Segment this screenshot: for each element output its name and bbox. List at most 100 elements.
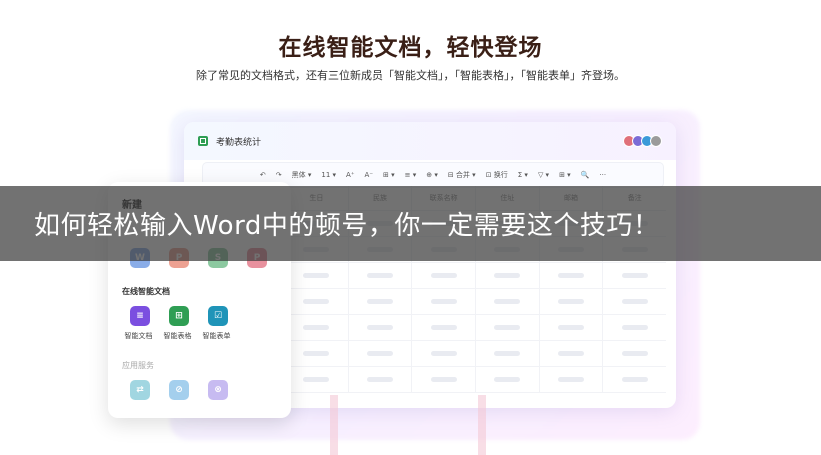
table-cell[interactable] xyxy=(538,315,603,340)
toolbar-item[interactable]: ↶ xyxy=(260,171,266,179)
table-cell[interactable] xyxy=(475,341,539,366)
table-cell[interactable] xyxy=(602,341,666,366)
toolbar-item[interactable]: ▽ ▾ xyxy=(538,171,549,179)
table-cell[interactable] xyxy=(538,341,603,366)
table-cell[interactable] xyxy=(602,263,666,288)
toolbar-item[interactable]: Σ ▾ xyxy=(518,171,528,179)
placeholder-bar xyxy=(367,273,393,278)
placeholder-bar xyxy=(558,299,585,304)
smart-doc-icon[interactable]: ≡ xyxy=(130,306,150,326)
table-cell[interactable] xyxy=(347,263,412,288)
collaborator-avatar[interactable] xyxy=(650,135,662,147)
table-cell[interactable] xyxy=(475,263,539,288)
table-cell[interactable] xyxy=(602,289,666,314)
placeholder-bar xyxy=(430,273,457,278)
table-row xyxy=(284,289,666,315)
table-cell[interactable] xyxy=(602,315,666,340)
table-cell[interactable] xyxy=(411,367,475,392)
table-cell[interactable] xyxy=(347,289,412,314)
smart-app-labels: 智能文档 智能表格 智能表单 xyxy=(122,331,233,341)
toolbar-item[interactable]: ⊞ ▾ xyxy=(559,171,571,179)
placeholder-bar xyxy=(367,377,393,382)
placeholder-bar xyxy=(558,273,585,278)
placeholder-bar xyxy=(621,377,648,382)
hero-subtitle: 除了常见的文档格式，还有三位新成员「智能文档」，「智能表格」，「智能表单」齐登场… xyxy=(196,69,625,82)
table-cell[interactable] xyxy=(602,367,666,392)
service-link-icon[interactable]: ⊘ xyxy=(169,380,189,400)
section-online-label: 在线智能文档 xyxy=(122,287,170,296)
placeholder-bar xyxy=(558,325,585,330)
table-cell[interactable] xyxy=(411,263,475,288)
placeholder-bar xyxy=(558,377,585,382)
placeholder-bar xyxy=(367,351,393,356)
toolbar-item[interactable]: 🔍 xyxy=(581,171,590,179)
section-services-label: 应用服务 xyxy=(122,361,154,370)
toolbar-item[interactable]: ⊕ ▾ xyxy=(426,171,438,179)
service-apps-row: ⇄ ⊘ ⊗ xyxy=(130,380,228,400)
placeholder-bar xyxy=(494,377,521,382)
placeholder-bar xyxy=(494,273,521,278)
table-row xyxy=(284,341,666,367)
table-cell[interactable] xyxy=(284,289,348,314)
placeholder-bar xyxy=(494,351,521,356)
table-cell[interactable] xyxy=(411,289,475,314)
table-cell[interactable] xyxy=(475,289,539,314)
placeholder-bar xyxy=(303,273,330,278)
toolbar-item[interactable]: 11 ▾ xyxy=(321,171,336,179)
placeholder-bar xyxy=(430,351,457,356)
hero-title: 在线智能文档，轻快登场 xyxy=(278,35,543,61)
sheet-icon xyxy=(198,136,208,146)
placeholder-bar xyxy=(621,273,648,278)
smart-app-label: 智能文档 xyxy=(124,332,153,340)
placeholder-bar xyxy=(430,377,457,382)
smart-apps-row: ≡ ⊞ ☑ xyxy=(130,306,228,326)
placeholder-bar xyxy=(494,325,521,330)
toolbar-item[interactable]: A⁻ xyxy=(365,171,373,179)
placeholder-bar xyxy=(621,325,648,330)
table-cell[interactable] xyxy=(284,263,348,288)
toolbar-item[interactable]: ⊞ ▾ xyxy=(383,171,395,179)
placeholder-bar xyxy=(367,299,393,304)
toolbar-item[interactable]: A⁺ xyxy=(346,171,354,179)
decorative-arc xyxy=(330,395,486,455)
table-row xyxy=(284,315,666,341)
table-cell[interactable] xyxy=(538,367,603,392)
smart-sheet-icon[interactable]: ⊞ xyxy=(169,306,189,326)
sheet-header: 考勤表统计 xyxy=(184,122,676,160)
table-cell[interactable] xyxy=(284,341,348,366)
toolbar-item[interactable]: 黑体 ▾ xyxy=(292,170,312,180)
smart-app-label: 智能表单 xyxy=(202,332,231,340)
table-cell[interactable] xyxy=(411,341,475,366)
table-cell[interactable] xyxy=(347,315,412,340)
table-cell[interactable] xyxy=(538,289,603,314)
table-cell[interactable] xyxy=(475,367,539,392)
placeholder-bar xyxy=(494,299,521,304)
service-flow-icon[interactable]: ⇄ xyxy=(130,380,150,400)
table-cell[interactable] xyxy=(284,315,348,340)
table-cell[interactable] xyxy=(411,315,475,340)
caption-text: 如何轻松输入Word中的顿号，你一定需要这个技巧！ xyxy=(34,211,660,241)
placeholder-bar xyxy=(303,299,330,304)
collaborator-avatars xyxy=(623,135,662,147)
table-cell[interactable] xyxy=(347,341,412,366)
toolbar-item[interactable]: ⊟ 合并 ▾ xyxy=(448,170,476,180)
toolbar-item[interactable]: ≡ ▾ xyxy=(405,171,417,179)
service-form-icon[interactable]: ⊗ xyxy=(208,380,228,400)
placeholder-bar xyxy=(621,351,648,356)
placeholder-bar xyxy=(367,325,393,330)
toolbar-item[interactable]: ↷ xyxy=(276,171,282,179)
toolbar-item[interactable]: ··· xyxy=(599,171,606,179)
sheet-title: 考勤表统计 xyxy=(216,137,262,148)
smart-form-icon[interactable]: ☑ xyxy=(208,306,228,326)
placeholder-bar xyxy=(621,299,648,304)
table-cell[interactable] xyxy=(475,315,539,340)
table-cell[interactable] xyxy=(347,367,412,392)
smart-app-label: 智能表格 xyxy=(163,332,192,340)
placeholder-bar xyxy=(303,325,330,330)
table-cell[interactable] xyxy=(538,263,603,288)
caption-overlay: 如何轻松输入Word中的顿号，你一定需要这个技巧！ xyxy=(0,186,821,261)
table-cell[interactable] xyxy=(284,367,348,392)
placeholder-bar xyxy=(430,325,457,330)
toolbar-item[interactable]: ⊡ 换行 xyxy=(486,170,508,180)
placeholder-bar xyxy=(430,299,457,304)
